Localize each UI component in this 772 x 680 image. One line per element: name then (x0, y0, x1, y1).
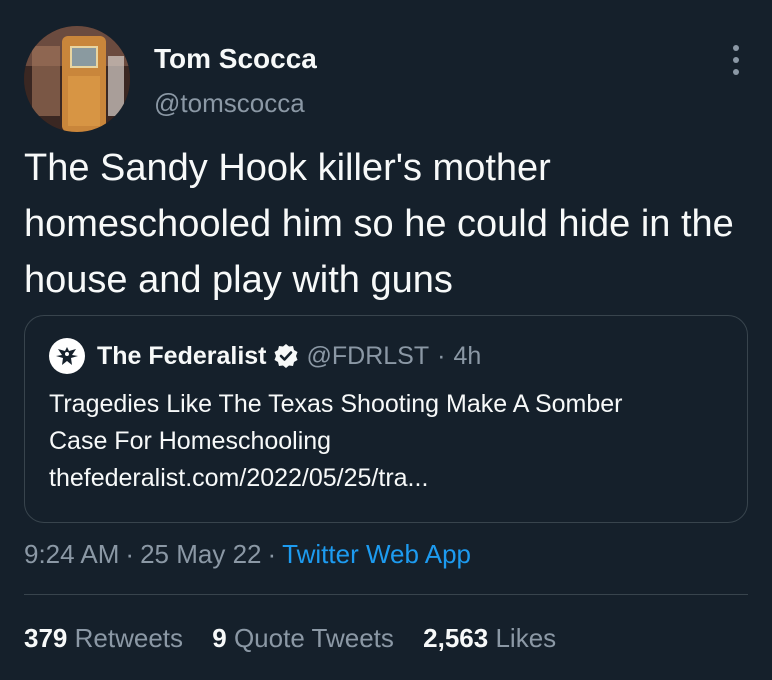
quote-tweet-card[interactable]: The Federalist @FDRLST · 4h Tragedies Li… (24, 315, 748, 523)
quote-separator: · (437, 341, 446, 370)
author-handle[interactable]: @tomscocca (154, 86, 317, 120)
likes-label: Likes (495, 623, 557, 653)
quote-timestamp[interactable]: 4h (453, 342, 481, 371)
quote-tweets-label: Quote Tweets (233, 623, 394, 653)
tweet-detail: Tom Scocca @tomscocca The Sandy Hook kil… (0, 0, 772, 680)
avatar[interactable] (24, 26, 130, 132)
author-display-name[interactable]: Tom Scocca (154, 42, 317, 76)
tweet-header: Tom Scocca @tomscocca (24, 24, 748, 132)
likes-count: 2,563 (423, 623, 489, 653)
quote-link[interactable]: thefederalist.com/2022/05/25/tra... (49, 460, 729, 497)
retweets-count: 379 (24, 623, 68, 653)
retweets-stat[interactable]: 379 Retweets (24, 623, 183, 653)
tweet-date[interactable]: 25 May 22 (140, 539, 261, 569)
tweet-time[interactable]: 9:24 AM (24, 539, 119, 569)
tweet-source-app[interactable]: Twitter Web App (282, 539, 471, 569)
tweet-stats: 379 Retweets 9 Quote Tweets 2,563 Likes (24, 618, 578, 658)
author-names: Tom Scocca @tomscocca (154, 42, 317, 120)
verified-badge-icon (273, 343, 299, 369)
quote-text: Tragedies Like The Texas Shooting Make A… (49, 386, 729, 497)
quote-tweets-count: 9 (212, 623, 227, 653)
meta-separator: · (267, 539, 277, 569)
tweet-meta: 9:24 AM · 25 May 22 · Twitter Web App (24, 534, 471, 574)
quote-text-line: Case For Homeschooling (49, 427, 332, 455)
quote-display-name[interactable]: The Federalist (97, 342, 267, 371)
meta-separator: · (125, 539, 135, 569)
quote-text-line: Tragedies Like The Texas Shooting Make A… (49, 390, 623, 418)
likes-stat[interactable]: 2,563 Likes (423, 623, 556, 653)
eagle-logo-icon[interactable] (49, 338, 85, 374)
divider (24, 594, 748, 595)
quote-handle[interactable]: @FDRLST (307, 342, 430, 371)
more-vertical-icon[interactable] (724, 40, 748, 80)
tweet-text: The Sandy Hook killer's mother homeschoo… (24, 147, 734, 301)
quote-tweets-stat[interactable]: 9 Quote Tweets (212, 623, 394, 653)
quote-header: The Federalist @FDRLST · 4h (49, 336, 481, 376)
retweets-label: Retweets (74, 623, 184, 653)
